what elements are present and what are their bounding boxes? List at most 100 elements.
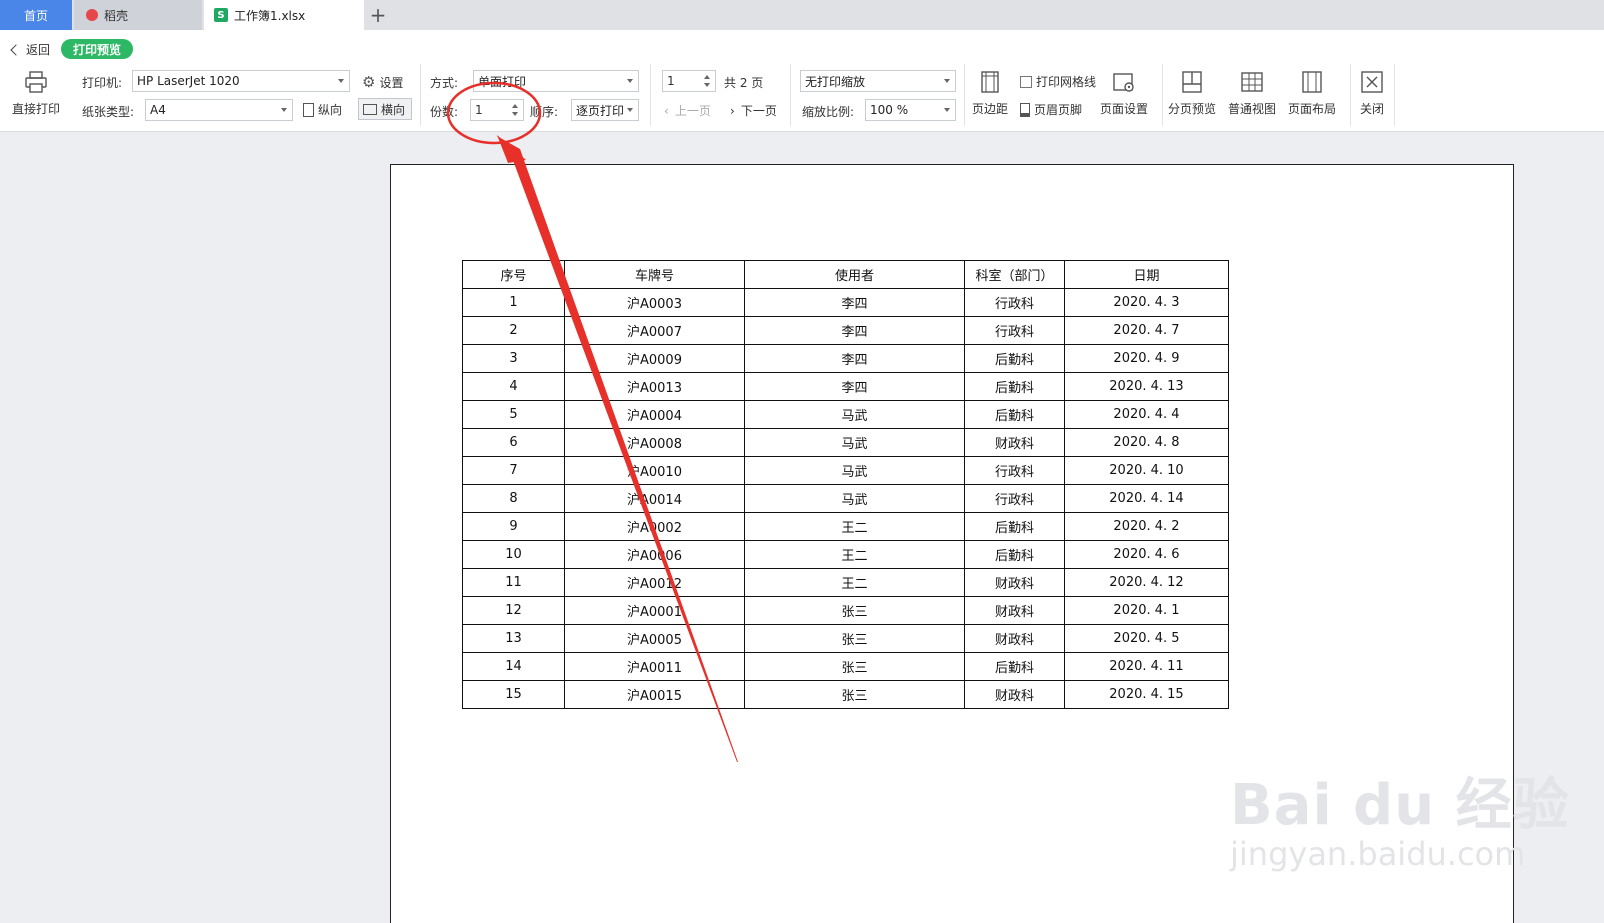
table-row: 8 沪A0014 马武 行政科 2020. 4. 14 [462, 484, 1229, 513]
caret-down-icon[interactable] [704, 83, 710, 87]
print-order-value: 逐页打印 [576, 103, 625, 118]
print-gridlines-checkbox[interactable]: 打印网格线 [1020, 73, 1096, 90]
print-order-select[interactable]: 逐页打印 [571, 99, 639, 121]
table-row: 14 沪A0011 张三 后勤科 2020. 4. 11 [462, 652, 1229, 681]
printer-icon [25, 71, 47, 93]
back-button[interactable]: 返回 [10, 41, 50, 58]
table-row: 11 沪A0012 王二 财政科 2020. 4. 12 [462, 568, 1229, 597]
table-cell: 15 [462, 680, 565, 709]
separator [1162, 64, 1163, 126]
table-cell: 后勤科 [964, 400, 1065, 429]
table-cell: 2020. 4. 14 [1064, 484, 1229, 513]
table-cell: 沪A0007 [564, 316, 745, 345]
table-cell: 后勤科 [964, 512, 1065, 541]
normal-view-button[interactable]: 普通视图 [1228, 70, 1276, 117]
header-footer-button[interactable]: 页眉页脚 [1020, 101, 1082, 118]
print-scaling-select[interactable]: 无打印缩放 [800, 70, 956, 92]
copies-stepper[interactable]: 1 [470, 99, 524, 121]
page-layout-label: 页面布局 [1288, 102, 1337, 116]
table-cell: 沪A0011 [564, 652, 745, 681]
table-cell: 沪A0006 [564, 540, 745, 569]
table-cell: 财政科 [964, 680, 1065, 709]
next-page-button[interactable]: › 下一页 [730, 102, 777, 119]
table-row: 10 沪A0006 王二 后勤科 2020. 4. 6 [462, 540, 1229, 569]
paper-type-label: 纸张类型: [82, 105, 135, 119]
table-row: 15 沪A0015 张三 财政科 2020. 4. 15 [462, 680, 1229, 709]
table-cell: 2020. 4. 5 [1064, 624, 1229, 653]
page-number-stepper[interactable]: 1 [662, 70, 716, 92]
table-cell: 后勤科 [964, 652, 1065, 681]
table-cell: 王二 [744, 568, 965, 597]
table-cell: 13 [462, 624, 565, 653]
separator [650, 64, 651, 126]
separator [1350, 64, 1351, 126]
prev-page-button[interactable]: ‹ 上一页 [664, 102, 711, 119]
caret-down-icon[interactable] [512, 112, 518, 116]
tab-daoke[interactable]: 稻壳 [74, 0, 202, 30]
landscape-button[interactable]: 横向 [358, 98, 412, 120]
close-preview-button[interactable]: 关闭 [1360, 70, 1384, 117]
landscape-page-icon [363, 103, 377, 115]
table-cell: 8 [462, 484, 565, 513]
margins-button[interactable]: 页边距 [972, 70, 1008, 117]
printer-select[interactable]: HP LaserJet 1020 [132, 70, 350, 92]
paper-type-select[interactable]: A4 [145, 99, 293, 121]
page-break-preview-icon [1182, 71, 1202, 93]
table-cell: 张三 [744, 652, 965, 681]
page-setup-label: 页面设置 [1100, 102, 1149, 116]
grid-icon [1241, 72, 1263, 92]
margins-label: 页边距 [972, 102, 1009, 116]
page-setup-button[interactable]: 页面设置 [1100, 70, 1148, 117]
tab-bar: 首页 稻壳 S 工作簿1.xlsx + [0, 0, 1604, 30]
table-cell: 2020. 4. 11 [1064, 652, 1229, 681]
separator [420, 64, 421, 126]
direct-print-button[interactable]: 直接打印 [12, 70, 60, 117]
zoom-label: 缩放比例: [802, 105, 855, 119]
table-cell: 张三 [744, 680, 965, 709]
page-layout-button[interactable]: 页面布局 [1288, 70, 1336, 117]
printer-settings-button[interactable]: ⚙ 设置 [362, 73, 403, 91]
table-cell: 财政科 [964, 596, 1065, 625]
table-row: 2 沪A0007 李四 行政科 2020. 4. 7 [462, 316, 1229, 345]
zoom-select[interactable]: 100 % [865, 99, 956, 121]
table-cell: 沪A0008 [564, 428, 745, 457]
close-icon [1361, 71, 1383, 93]
table-cell: 10 [462, 540, 565, 569]
separator [790, 64, 791, 126]
column-header: 科室（部门） [964, 260, 1065, 289]
table-cell: 李四 [744, 316, 965, 345]
table-body: 1 沪A0003 李四 行政科 2020. 4. 3 2 沪A0007 李四 行政科 2020. … [462, 288, 1229, 709]
gear-icon: ⚙ [362, 73, 376, 91]
table-cell: 马武 [744, 484, 965, 513]
table-cell: 2020. 4. 10 [1064, 456, 1229, 485]
table-row: 3 沪A0009 李四 后勤科 2020. 4. 9 [462, 344, 1229, 373]
chevron-left-icon: ‹ [664, 103, 669, 118]
table-cell: 沪A0014 [564, 484, 745, 513]
caret-up-icon[interactable] [512, 104, 518, 108]
separator [964, 64, 965, 126]
page-break-preview-button[interactable]: 分页预览 [1168, 70, 1216, 117]
new-tab-button[interactable]: + [368, 0, 388, 30]
table-cell: 2020. 4. 12 [1064, 568, 1229, 597]
tab-workbook[interactable]: S 工作簿1.xlsx [204, 0, 364, 30]
table-cell: 沪A0009 [564, 344, 745, 373]
table-row: 7 沪A0010 马武 行政科 2020. 4. 10 [462, 456, 1229, 485]
table-cell: 行政科 [964, 316, 1065, 345]
header-footer-icon [1020, 102, 1030, 117]
table-row: 12 沪A0001 张三 财政科 2020. 4. 1 [462, 596, 1229, 625]
table-cell: 沪A0013 [564, 372, 745, 401]
method-label: 方式: [430, 76, 459, 90]
checkbox-icon [1020, 75, 1032, 88]
copies-label: 份数: [430, 105, 459, 119]
portrait-button[interactable]: 纵向 [303, 101, 342, 118]
zoom-value: 100 % [870, 103, 909, 117]
tab-home[interactable]: 首页 [0, 0, 72, 30]
caret-up-icon[interactable] [704, 75, 710, 79]
print-method-select[interactable]: 单面打印 [473, 70, 639, 92]
table-cell: 沪A0004 [564, 400, 745, 429]
table-cell: 4 [462, 372, 565, 401]
total-pages: 共 2 页 [724, 76, 764, 90]
table-cell: 2020. 4. 1 [1064, 596, 1229, 625]
table-cell: 李四 [744, 372, 965, 401]
page-setup-icon [1113, 73, 1134, 92]
